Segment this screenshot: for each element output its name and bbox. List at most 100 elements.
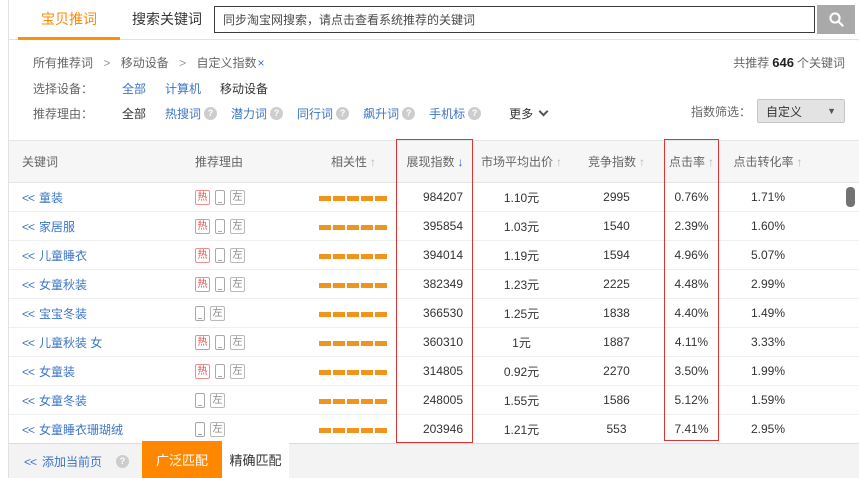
phone-icon — [195, 422, 205, 437]
add-keyword-icon[interactable]: << — [22, 220, 34, 234]
keyword-link[interactable]: <<女童睡衣珊瑚绒 — [22, 423, 123, 437]
column-header-competition[interactable]: 竞争指数↑ — [570, 153, 663, 170]
footer-bar: <<添加当前页 ? 广泛匹配 精确匹配 — [9, 443, 859, 478]
breadcrumb: 所有推荐词 > 移动设备 > 自定义指数× — [33, 54, 264, 71]
keyword-link[interactable]: <<宝宝冬装 — [22, 307, 87, 321]
device-filter-label: 选择设备： — [33, 80, 122, 97]
add-keyword-icon[interactable]: << — [22, 278, 34, 292]
keyword-table-body: <<童装 热左 984207 1.10元 2995 0.76% 1.71% <<… — [9, 183, 859, 444]
avg-price-cell: 1.19元 — [473, 247, 570, 264]
keyword-text: 女童秋装 — [39, 278, 87, 292]
reason-filter-peer[interactable]: 同行词 — [297, 105, 333, 122]
reason-filter-all[interactable]: 全部 — [122, 105, 146, 122]
help-icon[interactable]: ? — [468, 107, 481, 120]
scrollbar-thumb[interactable] — [846, 187, 855, 207]
add-keyword-icon[interactable]: << — [22, 307, 34, 321]
add-all-icon: << — [24, 455, 36, 469]
phone-icon — [195, 393, 205, 408]
keyword-link[interactable]: << 女童秋装 — [22, 278, 87, 292]
add-keyword-icon[interactable]: << — [22, 336, 34, 350]
tab-product-words-label: 宝贝推词 — [41, 11, 97, 27]
left-tag-icon: 左 — [210, 306, 225, 321]
add-keyword-icon[interactable]: << — [22, 394, 34, 408]
column-header-avg-price[interactable]: 市场平均出价↑ — [473, 153, 570, 170]
tab-product-words[interactable]: 宝贝推词 — [18, 0, 120, 39]
device-filter-mobile[interactable]: 移动设备 — [220, 80, 268, 97]
keyword-link[interactable]: <<童装 — [22, 191, 63, 205]
remove-filter-icon[interactable]: × — [257, 56, 264, 70]
conversion-cell: 3.33% — [720, 335, 816, 349]
relevance-bars — [319, 225, 389, 230]
sort-up-icon[interactable]: ↑ — [556, 155, 562, 169]
help-icon[interactable]: ? — [336, 107, 349, 120]
avg-price-cell: 1.03元 — [473, 218, 570, 235]
search-input[interactable] — [214, 6, 815, 33]
column-header-reason: 推荐理由 — [195, 153, 310, 170]
ctr-cell: 2.39% — [663, 219, 720, 233]
relevance-header-label: 相关性 — [331, 155, 367, 169]
keyword-text: 儿童秋装 女 — [39, 336, 102, 350]
sort-up-icon[interactable]: ↑ — [370, 155, 376, 169]
device-filter-pc[interactable]: 计算机 — [165, 80, 201, 97]
ctr-cell: 4.48% — [663, 277, 720, 291]
tab-search-keywords[interactable]: 搜索关键词 — [127, 0, 207, 39]
device-filter-all[interactable]: 全部 — [122, 80, 146, 97]
phone-icon — [215, 277, 225, 292]
help-icon[interactable]: ? — [402, 107, 415, 120]
exact-match-button[interactable]: 精确匹配 — [222, 441, 289, 478]
impression-index-cell: 314805 — [397, 364, 473, 378]
reason-filter-mobile-tag[interactable]: 手机标 — [429, 105, 465, 122]
add-keyword-icon[interactable]: << — [22, 249, 34, 263]
keyword-text: 儿童睡衣 — [39, 249, 87, 263]
keyword-link[interactable]: << 儿童秋装 女 — [22, 336, 102, 350]
add-keyword-icon[interactable]: << — [22, 423, 34, 437]
ctr-cell: 4.40% — [663, 306, 720, 320]
impression-index-cell: 984207 — [397, 190, 473, 204]
reason-filter-rising[interactable]: 飙升词 — [363, 105, 399, 122]
left-tag-icon: 左 — [210, 422, 225, 437]
table-row: <<宝宝冬装 热左 366530 1.25元 1838 4.40% 1.49% — [9, 299, 859, 328]
sort-up-icon[interactable]: ↑ — [639, 155, 645, 169]
relevance-bars — [319, 283, 389, 288]
search-button[interactable] — [817, 5, 855, 34]
search-icon — [828, 11, 845, 28]
keyword-link[interactable]: <<家居服 — [22, 220, 75, 234]
keyword-link[interactable]: <<女童装 — [22, 365, 75, 379]
column-header-ctr[interactable]: 点击率↑ — [663, 153, 720, 170]
competition-cell: 1838 — [570, 306, 663, 320]
add-keyword-icon[interactable]: << — [22, 191, 34, 205]
breadcrumb-all-words[interactable]: 所有推荐词 — [33, 56, 93, 70]
price-header-label: 市场平均出价 — [481, 155, 553, 169]
phone-icon — [215, 248, 225, 263]
hot-tag-icon: 热 — [195, 219, 210, 234]
more-button[interactable]: 更多 — [509, 105, 547, 122]
breadcrumb-custom-index[interactable]: 自定义指数 — [196, 56, 256, 70]
left-tag-icon: 左 — [230, 335, 245, 350]
reason-filter-hot-search[interactable]: 热搜词 — [165, 105, 201, 122]
column-header-impression-index[interactable]: 展现指数↓ — [397, 153, 473, 170]
add-current-page-link[interactable]: <<添加当前页 — [24, 453, 102, 470]
sort-up-icon[interactable]: ↑ — [797, 155, 803, 169]
hot-tag-icon: 热 — [195, 190, 210, 205]
help-icon[interactable]: ? — [204, 107, 217, 120]
impression-index-cell: 366530 — [397, 306, 473, 320]
table-row: <<女童装 热左 314805 0.92元 2270 3.50% 1.99% — [9, 357, 859, 386]
column-header-relevance[interactable]: 相关性↑ — [310, 153, 397, 170]
left-tag-icon: 左 — [210, 393, 225, 408]
reason-filter-potential[interactable]: 潜力词 — [231, 105, 267, 122]
match-type-button-group: 广泛匹配 精确匹配 — [142, 441, 289, 478]
keyword-link[interactable]: << 儿童睡衣 — [22, 249, 87, 263]
help-icon[interactable]: ? — [116, 455, 129, 468]
impression-index-cell: 394014 — [397, 248, 473, 262]
index-filter-dropdown[interactable]: 自定义 ▼ — [757, 99, 845, 123]
breadcrumb-mobile-device[interactable]: 移动设备 — [121, 56, 169, 70]
column-header-conversion[interactable]: 点击转化率↑ — [720, 153, 816, 170]
broad-match-button[interactable]: 广泛匹配 — [142, 441, 222, 478]
conversion-cell: 1.99% — [720, 364, 816, 378]
add-keyword-icon[interactable]: << — [22, 365, 34, 379]
keyword-link[interactable]: <<女童冬装 — [22, 394, 87, 408]
sort-down-icon[interactable]: ↓ — [458, 155, 464, 169]
help-icon[interactable]: ? — [270, 107, 283, 120]
sort-up-icon[interactable]: ↑ — [708, 155, 714, 169]
conversion-cell: 1.71% — [720, 190, 816, 204]
